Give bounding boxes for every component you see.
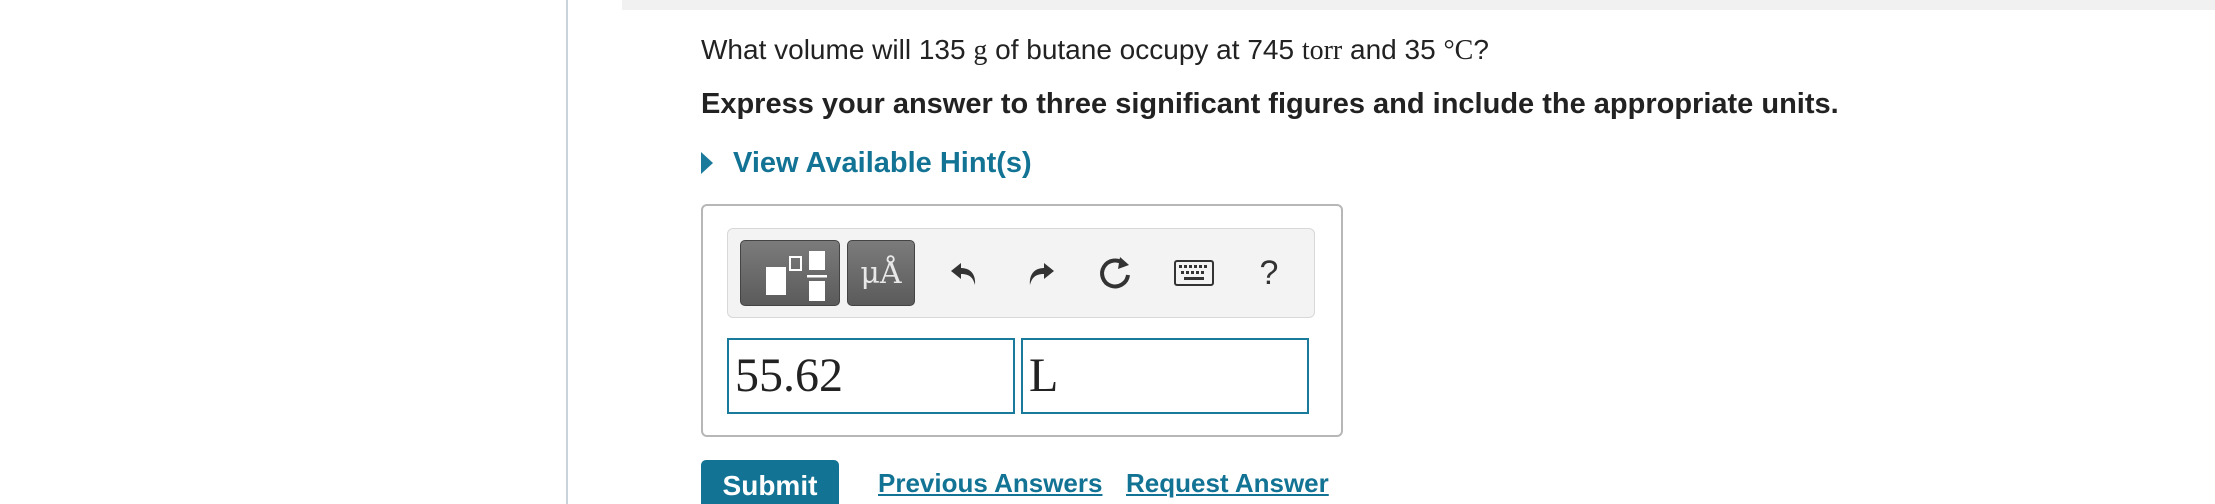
pressure-unit: torr bbox=[1301, 35, 1343, 66]
question-prefix: What volume will bbox=[701, 34, 919, 65]
help-icon: ? bbox=[1259, 253, 1279, 292]
answer-value-input[interactable]: 55.62 bbox=[727, 338, 1015, 414]
previous-answers-link[interactable]: Previous Answers bbox=[878, 468, 1102, 499]
temperature-unit: °C bbox=[1443, 35, 1474, 66]
pressure-value: 745 bbox=[1247, 34, 1295, 65]
units-label: μÅ bbox=[860, 255, 902, 291]
instruction-text: Express your answer to three significant… bbox=[701, 88, 1839, 120]
submit-button[interactable]: Submit bbox=[701, 460, 839, 504]
undo-icon bbox=[951, 263, 976, 285]
reset-icon bbox=[1100, 257, 1130, 289]
question-and: and bbox=[1342, 34, 1405, 65]
temperature-value: 35 bbox=[1404, 34, 1436, 65]
mass-value: 135 bbox=[918, 34, 966, 65]
keyboard-icon bbox=[1174, 260, 1214, 286]
help-button[interactable]: ? bbox=[1241, 240, 1297, 306]
top-strip bbox=[622, 0, 2215, 10]
math-toolbar: μÅ ? bbox=[727, 228, 1315, 318]
question-text: What volume will 135 g of butane occupy … bbox=[701, 32, 1489, 69]
undo-button[interactable] bbox=[937, 240, 993, 306]
question-suffix: ? bbox=[1473, 34, 1489, 65]
request-answer-link[interactable]: Request Answer bbox=[1126, 468, 1329, 499]
question-mid: of butane occupy at bbox=[987, 34, 1248, 65]
answer-panel: μÅ ? 55.62 L bbox=[701, 204, 1343, 437]
redo-button[interactable] bbox=[1012, 240, 1068, 306]
templates-icon bbox=[766, 251, 827, 301]
mass-unit: g bbox=[973, 35, 988, 66]
answer-unit-input[interactable]: L bbox=[1021, 338, 1309, 414]
templates-button[interactable] bbox=[740, 240, 840, 306]
reset-button[interactable] bbox=[1088, 240, 1144, 306]
caret-right-icon bbox=[701, 152, 713, 174]
redo-icon bbox=[1029, 263, 1054, 285]
left-divider bbox=[566, 0, 568, 504]
view-hints-toggle[interactable]: View Available Hint(s) bbox=[701, 145, 1032, 181]
page: What volume will 135 g of butane occupy … bbox=[0, 0, 2215, 504]
units-button[interactable]: μÅ bbox=[847, 240, 915, 306]
keyboard-button[interactable] bbox=[1166, 240, 1222, 306]
view-hints-label: View Available Hint(s) bbox=[733, 146, 1032, 179]
